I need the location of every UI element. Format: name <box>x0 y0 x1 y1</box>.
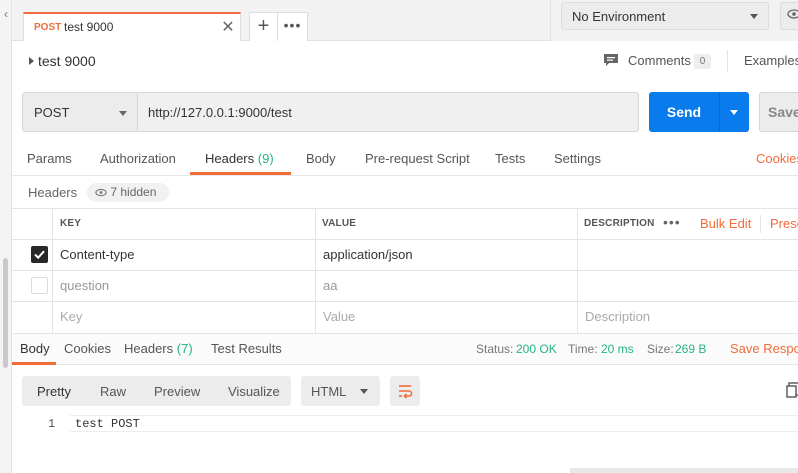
header-value-cell[interactable]: application/json <box>323 247 413 262</box>
response-body-text[interactable]: test POST <box>75 417 140 431</box>
eye-icon <box>95 188 107 197</box>
comment-icon[interactable] <box>603 53 619 67</box>
method-label: POST <box>34 105 70 120</box>
send-options-button[interactable] <box>719 92 749 132</box>
eye-icon[interactable] <box>780 2 798 30</box>
header-enabled-checkbox[interactable] <box>31 277 48 294</box>
header-enabled-checkbox[interactable] <box>31 246 48 263</box>
hidden-headers-toggle[interactable]: 7 hidden <box>87 183 169 202</box>
environment-select[interactable]: No Environment <box>561 2 769 30</box>
view-mode-raw[interactable]: Raw <box>100 384 126 399</box>
divider <box>727 50 728 72</box>
format-label: HTML <box>311 384 347 399</box>
tab-test-results[interactable]: Test Results <box>211 341 282 356</box>
tab-name-label: test 9000 <box>64 20 114 34</box>
tab-response-headers-label: Headers <box>124 341 174 356</box>
wrap-lines-button[interactable] <box>390 376 420 406</box>
chevron-down-icon <box>750 14 758 19</box>
view-mode-visualize[interactable]: Visualize <box>228 384 280 399</box>
tab-pre-request-script[interactable]: Pre-request Script <box>365 151 470 166</box>
tab-method-label: POST <box>34 22 62 33</box>
check-icon <box>34 250 45 260</box>
view-mode-pretty[interactable]: Pretty <box>37 384 71 399</box>
table-border <box>12 270 798 271</box>
eye-icon-svg <box>787 9 798 19</box>
tab-params[interactable]: Params <box>27 151 72 166</box>
presets-dropdown[interactable]: Presets <box>770 216 798 231</box>
column-header-description: DESCRIPTION <box>584 218 655 229</box>
cookies-link[interactable]: Cookies <box>756 151 798 166</box>
save-response-button[interactable]: Save Response <box>730 341 798 356</box>
new-header-value-input[interactable]: Value <box>323 309 355 324</box>
format-select[interactable]: HTML <box>301 376 380 406</box>
table-border <box>52 208 53 333</box>
comments-count-badge: 0 <box>694 54 711 69</box>
time-value[interactable]: 20 ms <box>601 342 634 356</box>
expand-caret-icon[interactable] <box>29 57 34 65</box>
comments-label[interactable]: Comments <box>628 53 691 68</box>
close-icon[interactable]: ✕ <box>220 17 236 37</box>
table-border <box>12 301 798 302</box>
tab-response-headers-count: (7) <box>176 341 193 356</box>
tab-body[interactable]: Body <box>306 151 336 166</box>
header-key-cell[interactable]: question <box>60 278 109 293</box>
new-header-description-input[interactable]: Description <box>585 309 650 324</box>
tab-response-headers[interactable]: Headers (7) <box>124 341 193 356</box>
tab-headers-count: (9) <box>257 151 274 166</box>
environment-label: No Environment <box>572 9 666 24</box>
chevron-down-icon <box>730 110 738 115</box>
column-header-value: VALUE <box>322 218 357 229</box>
tab-response-body[interactable]: Body <box>20 341 50 356</box>
status-label: Status: <box>476 342 514 356</box>
code-line-highlight <box>70 415 798 432</box>
more-icon[interactable]: ••• <box>278 12 308 41</box>
size-value[interactable]: 269 B <box>675 342 706 356</box>
left-sidebar-strip <box>0 0 12 473</box>
column-header-key: KEY <box>60 218 82 229</box>
divider <box>12 175 798 176</box>
plus-icon[interactable]: + <box>249 12 278 41</box>
status-bar-fragment <box>570 468 798 473</box>
new-header-key-input[interactable]: Key <box>60 309 82 324</box>
header-value-cell[interactable]: aa <box>323 278 337 293</box>
tab-settings[interactable]: Settings <box>554 151 601 166</box>
send-button[interactable]: Send <box>649 92 719 132</box>
copy-icon[interactable] <box>786 382 798 398</box>
chevron-down-icon <box>119 111 127 116</box>
tab-authorization[interactable]: Authorization <box>100 151 176 166</box>
line-number: 1 <box>48 417 56 431</box>
tab-response-cookies[interactable]: Cookies <box>64 341 111 356</box>
tab-request-active[interactable]: POST test 9000 ✕ <box>23 12 241 41</box>
hidden-headers-label: 7 hidden <box>110 185 157 199</box>
tab-headers-label: Headers <box>205 151 255 166</box>
table-border <box>12 239 798 240</box>
more-icon[interactable]: ••• <box>663 214 681 230</box>
time-label: Time: <box>568 342 598 356</box>
request-title[interactable]: test 9000 <box>38 53 96 69</box>
table-border <box>315 208 316 333</box>
size-label: Size: <box>647 342 674 356</box>
tab-headers[interactable]: Headers (9) <box>205 151 274 166</box>
headers-section-label: Headers <box>28 185 78 200</box>
tab-tests[interactable]: Tests <box>495 151 525 166</box>
method-select[interactable]: POST <box>22 92 138 132</box>
save-button[interactable]: Save <box>759 92 798 132</box>
active-tab-indicator <box>12 362 56 365</box>
chevron-down-icon <box>360 389 368 394</box>
examples-dropdown[interactable]: Examples <box>744 53 798 68</box>
wrap-lines-icon <box>399 385 413 399</box>
url-input[interactable] <box>137 92 639 132</box>
scrollbar-thumb[interactable] <box>3 258 8 368</box>
bulk-edit-link[interactable]: Bulk Edit <box>700 216 751 231</box>
table-border <box>12 208 798 209</box>
status-value[interactable]: 200 OK <box>516 342 557 356</box>
table-border <box>577 208 578 333</box>
chevron-left-icon[interactable]: ‹ <box>0 6 12 22</box>
view-mode-preview[interactable]: Preview <box>154 384 200 399</box>
header-key-cell[interactable]: Content-type <box>60 247 134 262</box>
divider <box>760 215 761 233</box>
